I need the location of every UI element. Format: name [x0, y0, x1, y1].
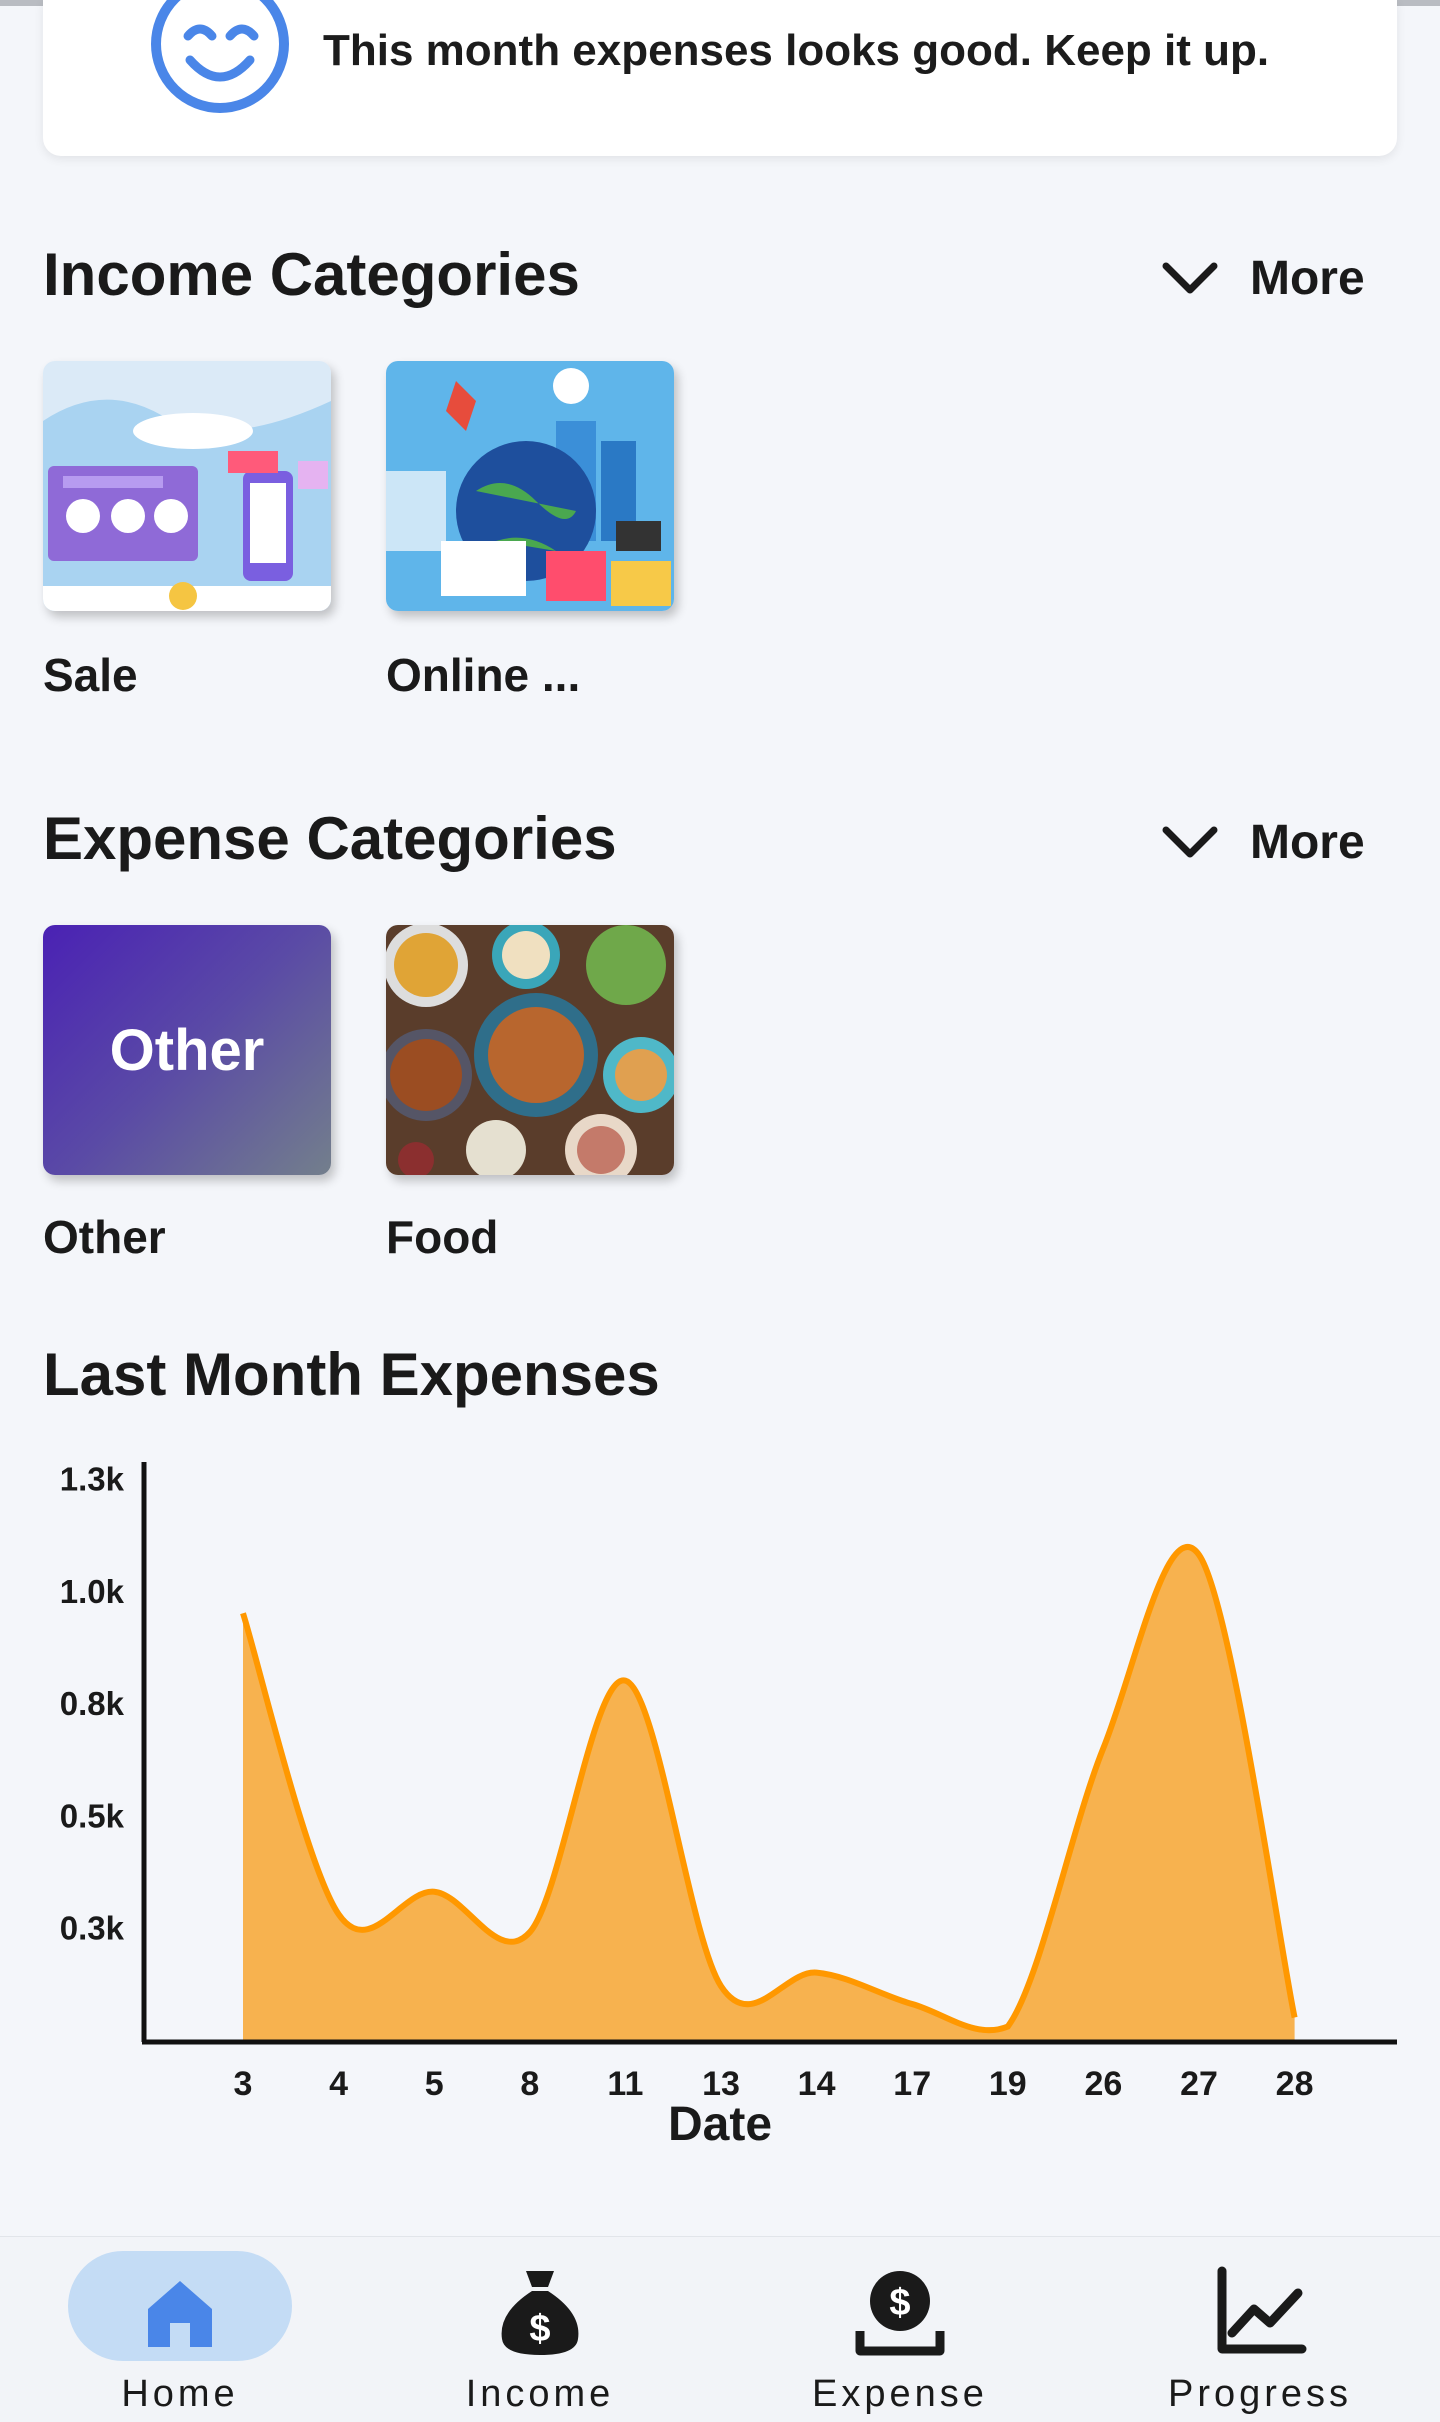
y-tick-label: 1.3k — [60, 1460, 125, 1497]
nav-expense-label: Expense — [812, 2373, 988, 2415]
expense-categories-title: Expense Categories — [43, 805, 617, 872]
expenses-chart-svg: 0.3k0.5k0.8k1.0k1.3k 3 4 5 8 11 13 14 17 19 26 27 2… — [60, 1460, 1397, 2151]
home-icon — [148, 2281, 212, 2347]
other-tile-text: Other — [109, 1017, 265, 1083]
expense-tile-other[interactable]: Other — [43, 925, 331, 1175]
x-tick-label: 28 — [1276, 2065, 1314, 2103]
y-tick-label: 0.8k — [60, 1685, 125, 1722]
income-tile-online[interactable] — [386, 361, 674, 611]
sale-illustration — [43, 361, 331, 611]
expense-label-food: Food — [386, 1211, 499, 1263]
nav-progress[interactable]: Progress — [1080, 2237, 1440, 2422]
income-categories-title: Income Categories — [43, 241, 580, 308]
y-tick-label: 0.5k — [60, 1797, 125, 1834]
income-label-sale: Sale — [43, 649, 138, 701]
x-tick-label: 5 — [425, 2065, 444, 2103]
x-tick-label: 17 — [893, 2065, 931, 2103]
x-axis-label: Date — [668, 2098, 772, 2151]
x-tick-label: 14 — [798, 2065, 836, 2103]
chevron-down-icon — [1162, 262, 1218, 294]
income-label-online: Online ... — [386, 649, 581, 701]
nav-home[interactable]: Home — [0, 2237, 360, 2422]
x-tick-label: 19 — [989, 2065, 1027, 2103]
svg-text:$: $ — [889, 2282, 910, 2324]
expense-label-other: Other — [43, 1211, 166, 1263]
nav-income[interactable]: $ Income — [360, 2237, 720, 2422]
y-tick-label: 0.3k — [60, 1910, 125, 1947]
money-bag-icon: $ — [501, 2271, 579, 2355]
bottom-nav: Home $ Income $ Expense Progress — [0, 2236, 1440, 2422]
y-tick-label: 1.0k — [60, 1573, 125, 1610]
nav-expense[interactable]: $ Expense — [720, 2237, 1080, 2422]
status-message: This month expenses looks good. Keep it … — [323, 26, 1270, 75]
chevron-down-icon — [1162, 826, 1218, 858]
smile-icon — [151, 0, 289, 113]
income-more-button[interactable]: More — [1160, 246, 1365, 310]
status-card: This month expenses looks good. Keep it … — [43, 0, 1397, 156]
x-tick-label: 4 — [329, 2065, 348, 2103]
nav-income-label: Income — [465, 2373, 615, 2415]
income-more-label: More — [1250, 251, 1365, 305]
expense-tile-food[interactable] — [386, 925, 674, 1175]
expense-icon: $ — [855, 2271, 945, 2356]
expense-area-fill — [243, 1547, 1295, 2040]
income-tile-sale[interactable] — [43, 361, 331, 611]
online-illustration — [386, 361, 674, 611]
svg-text:$: $ — [529, 2308, 550, 2350]
expense-more-button[interactable]: More — [1160, 810, 1365, 874]
expenses-chart: 0.3k 0.5k 0.8k 1.0k 1.3k 3 4 5 8 11 13 14 17 19 26 27 2… — [0, 1420, 1440, 2180]
food-photo — [386, 925, 674, 1175]
progress-chart-icon — [1217, 2266, 1307, 2354]
x-tick-label: 3 — [234, 2065, 253, 2103]
nav-home-label: Home — [121, 2373, 239, 2415]
nav-progress-label: Progress — [1167, 2373, 1353, 2415]
x-tick-label: 11 — [607, 2065, 643, 2103]
x-tick-label: 8 — [520, 2065, 539, 2103]
x-tick-label: 27 — [1180, 2065, 1218, 2103]
chart-title: Last Month Expenses — [43, 1341, 660, 1408]
x-tick-label: 26 — [1084, 2065, 1122, 2103]
expense-more-label: More — [1250, 815, 1365, 869]
